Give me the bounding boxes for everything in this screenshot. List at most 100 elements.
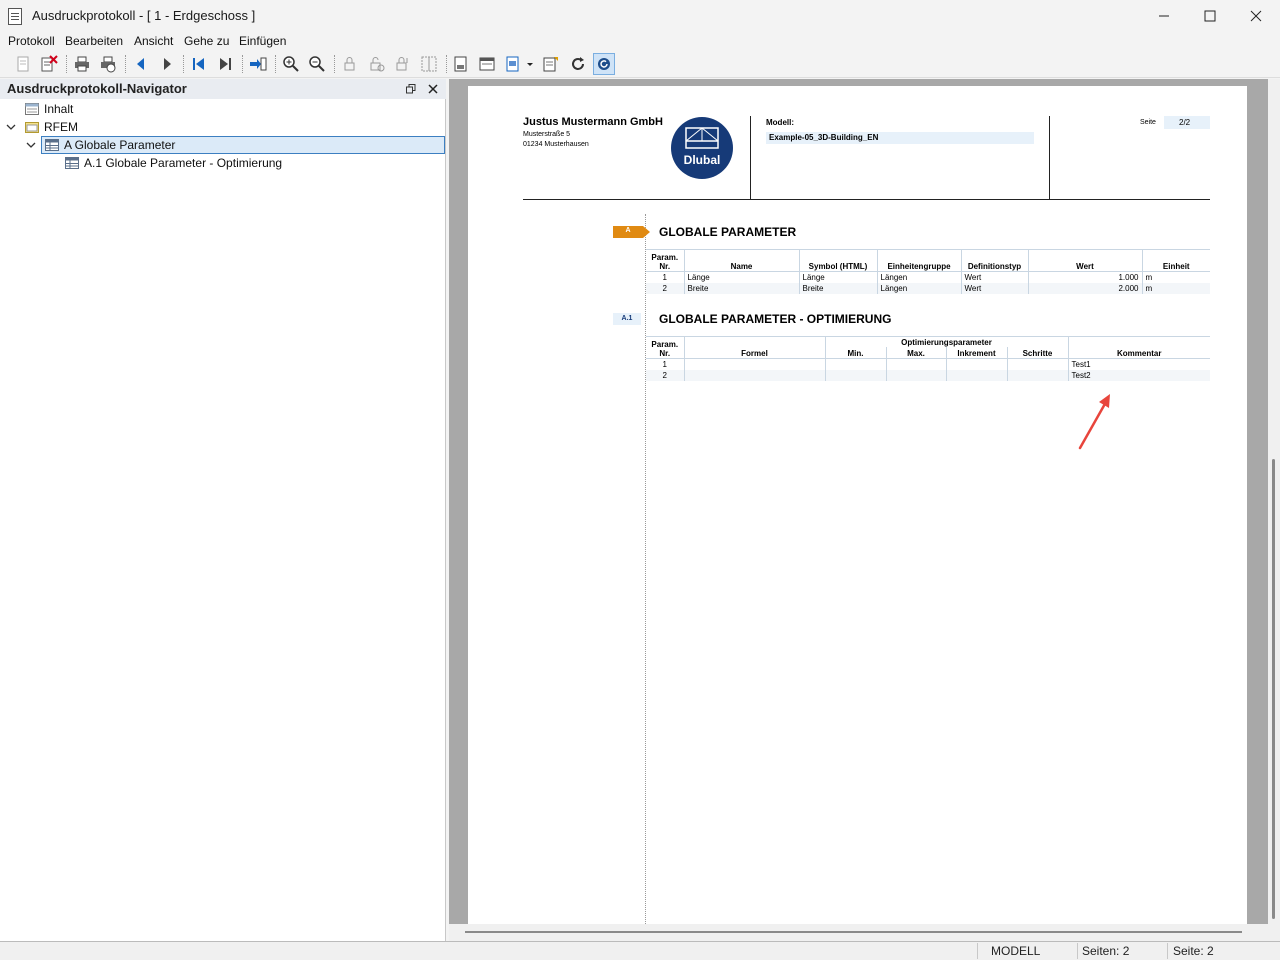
- page-setup-icon: [454, 56, 467, 72]
- table-row: 1 Länge Länge Längen Wert 1.000 m: [646, 271, 1210, 283]
- zoom-in-icon: [283, 56, 299, 72]
- table-row: 1 Test1: [646, 358, 1210, 370]
- menu-protokoll[interactable]: Protokoll: [8, 34, 55, 48]
- tree-item-globale-parameter[interactable]: A Globale Parameter: [41, 136, 445, 154]
- bridge-icon: [685, 127, 719, 149]
- auto-refresh-toggle[interactable]: [593, 53, 615, 75]
- header-symbol: Symbol (HTML): [798, 249, 877, 272]
- scroll-thumb[interactable]: [1272, 459, 1275, 919]
- go-to-page-button[interactable]: [247, 53, 269, 75]
- refresh-icon: [572, 57, 584, 70]
- new-report-button[interactable]: [12, 53, 34, 75]
- section-a1-title: GLOBALE PARAMETER - OPTIMIERUNG: [659, 312, 892, 326]
- delete-report-button[interactable]: [38, 53, 60, 75]
- model-value: Example-05_3D-Building_EN: [769, 133, 879, 142]
- logo-text: Dlubal: [683, 153, 721, 167]
- maximize-icon: [1204, 10, 1216, 22]
- minimize-button[interactable]: [1141, 0, 1187, 32]
- table-icon: [45, 139, 59, 151]
- optimierung-table: Param. Nr. Formel Optimierungsparameter K…: [646, 336, 1210, 381]
- print-button[interactable]: [71, 53, 93, 75]
- status-page-count: Seiten: 2: [1082, 944, 1130, 958]
- annotation-arrow-icon: [1078, 394, 1110, 450]
- header-optimierungsparameter: Optimierungsparameter: [824, 336, 1068, 347]
- vertical-scrollbar[interactable]: [1268, 79, 1280, 941]
- previous-page-button[interactable]: [130, 53, 152, 75]
- zoom-in-button[interactable]: [280, 53, 302, 75]
- close-button[interactable]: [1233, 0, 1279, 32]
- header-name: Name: [683, 249, 799, 272]
- restore-panel-icon[interactable]: [406, 84, 416, 94]
- status-bar: MODELL Seiten: 2 Seite: 2: [0, 941, 1280, 960]
- navigator-title: Ausdruckprotokoll-Navigator: [7, 81, 187, 96]
- document-icon: [8, 8, 22, 25]
- maximize-button[interactable]: [1187, 0, 1233, 32]
- chevron-down-icon[interactable]: [5, 121, 17, 133]
- zoom-out-button[interactable]: [306, 53, 328, 75]
- menu-bearbeiten[interactable]: Bearbeiten: [65, 34, 123, 48]
- insert-dropdown[interactable]: [523, 53, 537, 75]
- close-panel-icon[interactable]: [428, 84, 438, 94]
- header-param-nr: Param. Nr.: [646, 336, 684, 359]
- minimize-icon: [1159, 15, 1169, 17]
- horizontal-scrollbar[interactable]: [449, 924, 1269, 941]
- lock-all-button[interactable]: [392, 53, 414, 75]
- new-document-icon: [17, 56, 29, 72]
- header-settings-button[interactable]: [476, 53, 498, 75]
- chevron-down-icon: [527, 63, 533, 66]
- menu-einfuegen[interactable]: Einfügen: [239, 34, 286, 48]
- auto-refresh-icon: [598, 58, 610, 70]
- insert-icon: [506, 56, 519, 72]
- tree-item-rfem[interactable]: RFEM: [25, 118, 78, 136]
- header-wert: Wert: [1027, 249, 1142, 272]
- scroll-thumb[interactable]: [465, 931, 1242, 933]
- lock-button[interactable]: [340, 53, 362, 75]
- close-icon: [1250, 10, 1262, 22]
- last-page-icon: [220, 58, 231, 70]
- menu-gehe-zu[interactable]: Gehe zu: [184, 34, 229, 48]
- status-current-page: Seite: 2: [1173, 944, 1214, 958]
- toolbar: [0, 50, 1280, 78]
- header-param-nr: Param. Nr.: [646, 249, 684, 272]
- edit-report-icon: [543, 57, 558, 72]
- insert-button[interactable]: [502, 53, 524, 75]
- company-name: Justus Mustermann GmbH: [523, 116, 663, 128]
- header-min: Min.: [824, 346, 886, 359]
- header-einheit: Einheit: [1141, 249, 1210, 272]
- arrow-right-icon: [164, 58, 171, 70]
- grid-button[interactable]: [418, 53, 440, 75]
- window-title: Ausdruckprotokoll - [ 1 - Erdgeschoss ]: [32, 8, 256, 23]
- page-setup-button[interactable]: [450, 53, 472, 75]
- page-label: Seite: [1140, 119, 1156, 126]
- tree-item-label: A Globale Parameter: [64, 138, 176, 152]
- tree-item-label: RFEM: [44, 120, 78, 134]
- unlock-button[interactable]: [366, 53, 388, 75]
- section-a1-badge-label: A.1: [621, 315, 633, 322]
- first-page-button[interactable]: [188, 53, 210, 75]
- next-page-button[interactable]: [156, 53, 178, 75]
- last-page-button[interactable]: [214, 53, 236, 75]
- print-preview-button[interactable]: [97, 53, 119, 75]
- unlock-icon: [370, 57, 385, 72]
- print-settings-icon: [101, 56, 116, 73]
- page-value: 2/2: [1179, 118, 1191, 127]
- tree-item-inhalt[interactable]: Inhalt: [25, 100, 73, 118]
- globale-parameter-table: Param. Nr. Name Symbol (HTML) Einheitengr…: [646, 249, 1210, 294]
- printer-icon: [75, 56, 89, 72]
- menu-bar: Protokoll Bearbeiten Ansicht Gehe zu Ein…: [0, 32, 1280, 50]
- section-a-title: GLOBALE PARAMETER: [659, 225, 797, 239]
- header-einheitengruppe: Einheitengruppe: [876, 249, 961, 272]
- navigator-header: Ausdruckprotokoll-Navigator: [0, 79, 446, 99]
- delete-document-icon: [41, 55, 58, 72]
- chevron-down-icon[interactable]: [25, 139, 37, 151]
- status-mode[interactable]: MODELL: [991, 944, 1040, 958]
- header-kommentar: Kommentar: [1067, 336, 1210, 359]
- refresh-button[interactable]: [567, 53, 589, 75]
- tree-item-label: A.1 Globale Parameter - Optimierung: [84, 156, 283, 170]
- model-label: Modell:: [766, 118, 794, 127]
- menu-ansicht[interactable]: Ansicht: [134, 34, 173, 48]
- tree-item-optimierung[interactable]: A.1 Globale Parameter - Optimierung: [65, 154, 282, 172]
- edit-report-button[interactable]: [540, 53, 562, 75]
- dlubal-logo: Dlubal: [671, 117, 733, 179]
- arrow-left-icon: [137, 58, 144, 70]
